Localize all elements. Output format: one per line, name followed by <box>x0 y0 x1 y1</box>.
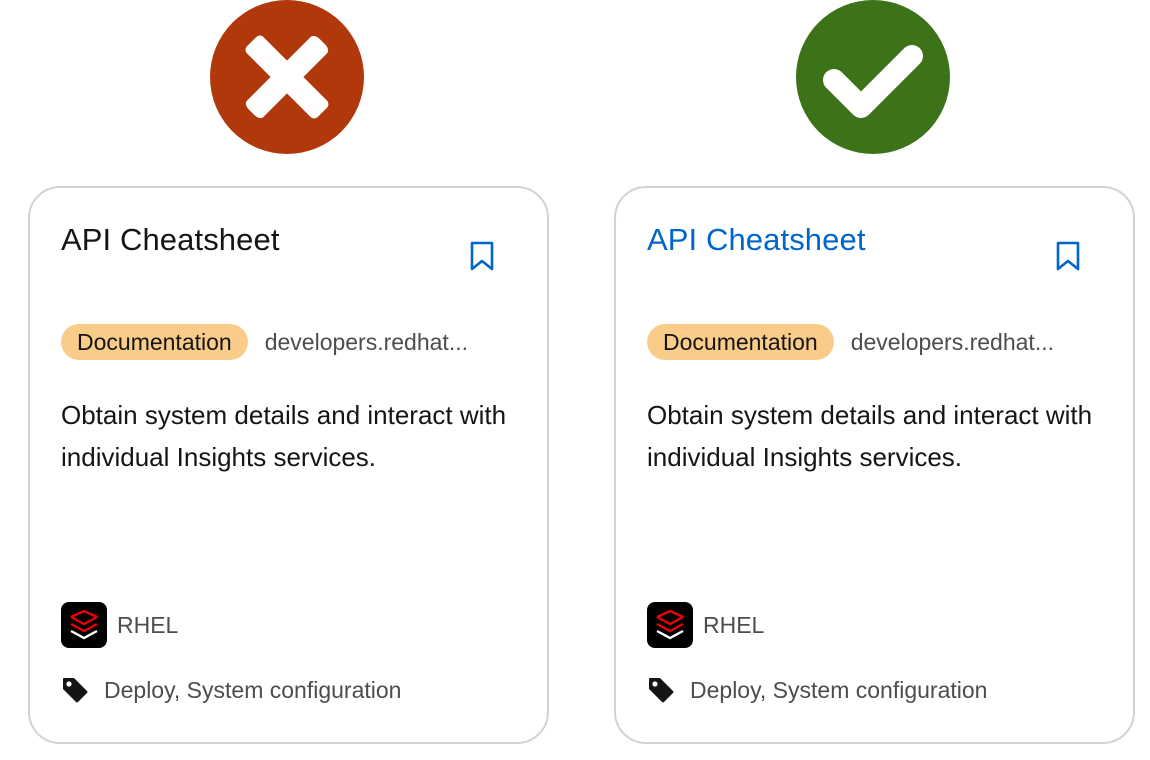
rhel-logo-icon <box>61 602 107 648</box>
tag-icon <box>647 676 675 704</box>
checkmark-icon <box>796 0 950 154</box>
tags-text: Deploy, System configuration <box>690 676 988 703</box>
source-url: developers.redhat... <box>850 328 1054 355</box>
product-row: RHEL <box>647 602 764 648</box>
correct-status-icon <box>796 0 950 154</box>
card-title: API Cheatsheet <box>61 222 280 257</box>
card-description: Obtain system details and interact with … <box>647 400 1093 472</box>
bookmark-button[interactable] <box>1053 238 1083 274</box>
resource-card-incorrect[interactable]: API Cheatsheet Documentation developers.… <box>28 186 549 744</box>
product-name: RHEL <box>703 611 765 638</box>
bookmark-icon <box>470 241 494 271</box>
tags-row: Deploy, System configuration <box>61 676 401 704</box>
comparison-stage: API Cheatsheet Documentation developers.… <box>0 0 1150 760</box>
tags-row: Deploy, System configuration <box>647 676 987 704</box>
card-description: Obtain system details and interact with … <box>61 400 507 472</box>
tag-icon <box>61 676 89 704</box>
product-row: RHEL <box>61 602 178 648</box>
tags-text: Deploy, System configuration <box>104 676 402 703</box>
bookmark-button[interactable] <box>467 238 497 274</box>
type-badge: Documentation <box>61 324 248 360</box>
card-meta: Documentation developers.redhat... <box>647 324 1061 360</box>
card-title-link[interactable]: API Cheatsheet <box>647 222 866 258</box>
close-icon <box>210 0 364 154</box>
product-name: RHEL <box>117 611 179 638</box>
incorrect-status-icon <box>210 0 364 154</box>
card-meta: Documentation developers.redhat... <box>61 324 475 360</box>
type-badge: Documentation <box>647 324 834 360</box>
source-url: developers.redhat... <box>264 328 468 355</box>
rhel-logo-icon <box>647 602 693 648</box>
resource-card-correct[interactable]: API Cheatsheet Documentation developers.… <box>614 186 1135 744</box>
bookmark-icon <box>1056 241 1080 271</box>
